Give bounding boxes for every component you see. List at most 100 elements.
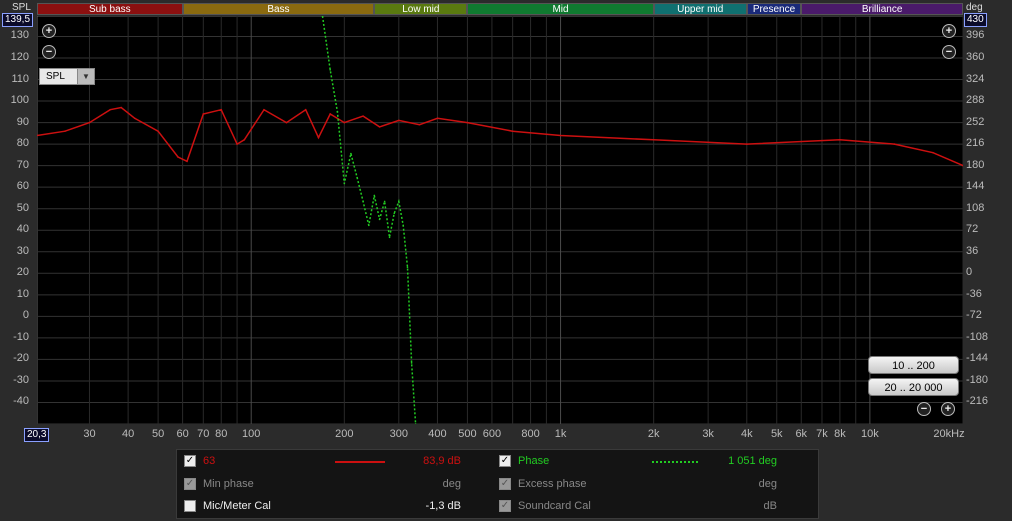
left-tick-label: 130 — [10, 29, 29, 42]
series-63-point — [839, 138, 841, 141]
x-tick-label: 400 — [428, 428, 447, 440]
spl-checkbox[interactable]: ✓ — [184, 455, 196, 467]
legend-panel: ✓ 63 83,9 dB ✓ Phase 1 051 deg ✓ Min pha… — [176, 449, 819, 519]
left-tick-label: 80 — [16, 137, 29, 150]
left-axis-title: SPL — [12, 2, 31, 13]
series-phase-point — [402, 224, 405, 227]
x-tick-label: 40 — [121, 428, 135, 440]
x-tick-label: 800 — [521, 428, 540, 440]
series-63-point — [511, 130, 514, 132]
right-axis-max[interactable]: 430 — [964, 13, 987, 27]
x-axis-min[interactable]: 20,3 — [24, 428, 50, 442]
left-tick-label: 40 — [16, 223, 29, 236]
x-tick-label: 300 — [389, 428, 408, 440]
series-63-point — [317, 136, 320, 139]
right-tick-label: 324 — [966, 72, 985, 85]
x-tick-label: 60 — [176, 428, 189, 440]
right-tick-label: 36 — [966, 244, 979, 257]
series-63-point — [559, 134, 562, 137]
zoom-out-icon[interactable]: − — [42, 45, 56, 59]
left-tick-label: 100 — [10, 94, 29, 107]
series-63-point — [932, 151, 934, 154]
band-sub-bass: Sub bass — [37, 3, 183, 15]
series-phase-point — [410, 362, 413, 364]
band-presence: Presence — [746, 3, 802, 15]
zoom-in-icon[interactable]: + — [941, 402, 955, 416]
series-63-point — [120, 106, 123, 109]
min-phase-value: deg — [442, 478, 461, 490]
right-tick-label: 288 — [966, 94, 985, 107]
series-phase-point — [343, 182, 346, 185]
excess-phase-checkbox[interactable]: ✓ — [499, 478, 511, 490]
right-tick-label: -216 — [966, 395, 989, 408]
plot-background — [37, 16, 963, 424]
series-63-point — [745, 143, 748, 145]
series-63-point — [157, 130, 159, 132]
x-tick-label: 600 — [482, 428, 502, 440]
right-tick-label: -36 — [966, 287, 982, 300]
series-63-point — [243, 138, 246, 141]
series-phase-point — [393, 212, 396, 215]
zoom-in-icon[interactable]: + — [942, 24, 956, 38]
series-phase-point — [383, 200, 386, 203]
x-tick-label: 100 — [242, 428, 261, 440]
right-tick-label: 360 — [966, 50, 985, 63]
series-63-point — [466, 121, 469, 124]
series-63-point — [109, 108, 111, 111]
series-63-point — [362, 115, 364, 117]
x-tick-label: 6k — [795, 428, 808, 440]
left-tick-label: 90 — [16, 115, 29, 128]
right-axis-title: deg — [966, 2, 983, 13]
series-phase-point — [350, 152, 352, 155]
right-tick-label: 0 — [966, 266, 973, 279]
x-tick-label: 1k — [554, 428, 567, 440]
series-phase-point — [329, 69, 331, 71]
zoom-out-icon[interactable]: − — [942, 45, 956, 59]
series-phase-point — [362, 200, 364, 203]
left-tick-label: -40 — [13, 395, 29, 408]
x-tick-label: 5k — [770, 428, 783, 440]
left-tick-label: 20 — [16, 266, 29, 279]
series-63-point — [88, 121, 91, 124]
series-63-point — [329, 113, 331, 115]
phase-checkbox[interactable]: ✓ — [499, 455, 511, 467]
left-tick-label: 10 — [16, 287, 29, 300]
left-tick-label: -10 — [13, 330, 29, 343]
series-63-point — [133, 117, 136, 120]
zoom-in-icon[interactable]: + — [42, 24, 56, 38]
left-tick-label: 0 — [22, 309, 29, 322]
excess-phase-label: Excess phase — [518, 478, 587, 490]
soundcard-cal-value: dB — [763, 500, 777, 512]
mic-cal-checkbox[interactable] — [184, 500, 196, 512]
x-tick-label: 500 — [458, 428, 477, 440]
x-tick-label: 7k — [816, 428, 828, 440]
left-tick-label: -30 — [13, 373, 29, 386]
right-tick-label: -180 — [966, 373, 989, 386]
min-phase-checkbox[interactable]: ✓ — [184, 478, 196, 490]
soundcard-cal-checkbox[interactable]: ✓ — [499, 500, 511, 512]
frequency-response-chart[interactable] — [37, 16, 963, 424]
right-tick-label: 252 — [966, 115, 985, 128]
zoom-20-20000-button[interactable]: 20 .. 20 000 — [868, 378, 959, 396]
series-phase-point — [336, 110, 339, 113]
x-tick-label: 200 — [335, 428, 354, 440]
right-tick-label: -144 — [966, 352, 989, 365]
left-tick-label: 30 — [16, 244, 29, 257]
band-low-mid: Low mid — [374, 3, 468, 15]
series-63-point — [304, 108, 307, 111]
series-63-point — [652, 138, 655, 141]
left-tick-label: -20 — [13, 352, 29, 365]
left-axis-max[interactable]: 139,5 — [2, 13, 34, 27]
phase-label: Phase — [518, 455, 550, 467]
series-phase-point — [398, 200, 400, 203]
mic-cal-label: Mic/Meter Cal — [203, 500, 271, 512]
series-63-point — [220, 108, 223, 111]
x-tick-label: 70 — [197, 428, 210, 440]
series-phase-point — [356, 176, 358, 179]
measure-select[interactable]: SPL ▼ — [39, 68, 95, 85]
zoom-out-icon[interactable]: − — [917, 402, 931, 416]
series-63-point — [398, 119, 400, 122]
x-tick-label: 20kHz — [933, 428, 965, 440]
left-tick-label: 50 — [16, 201, 29, 214]
zoom-10-200-button[interactable]: 10 .. 200 — [868, 356, 959, 374]
